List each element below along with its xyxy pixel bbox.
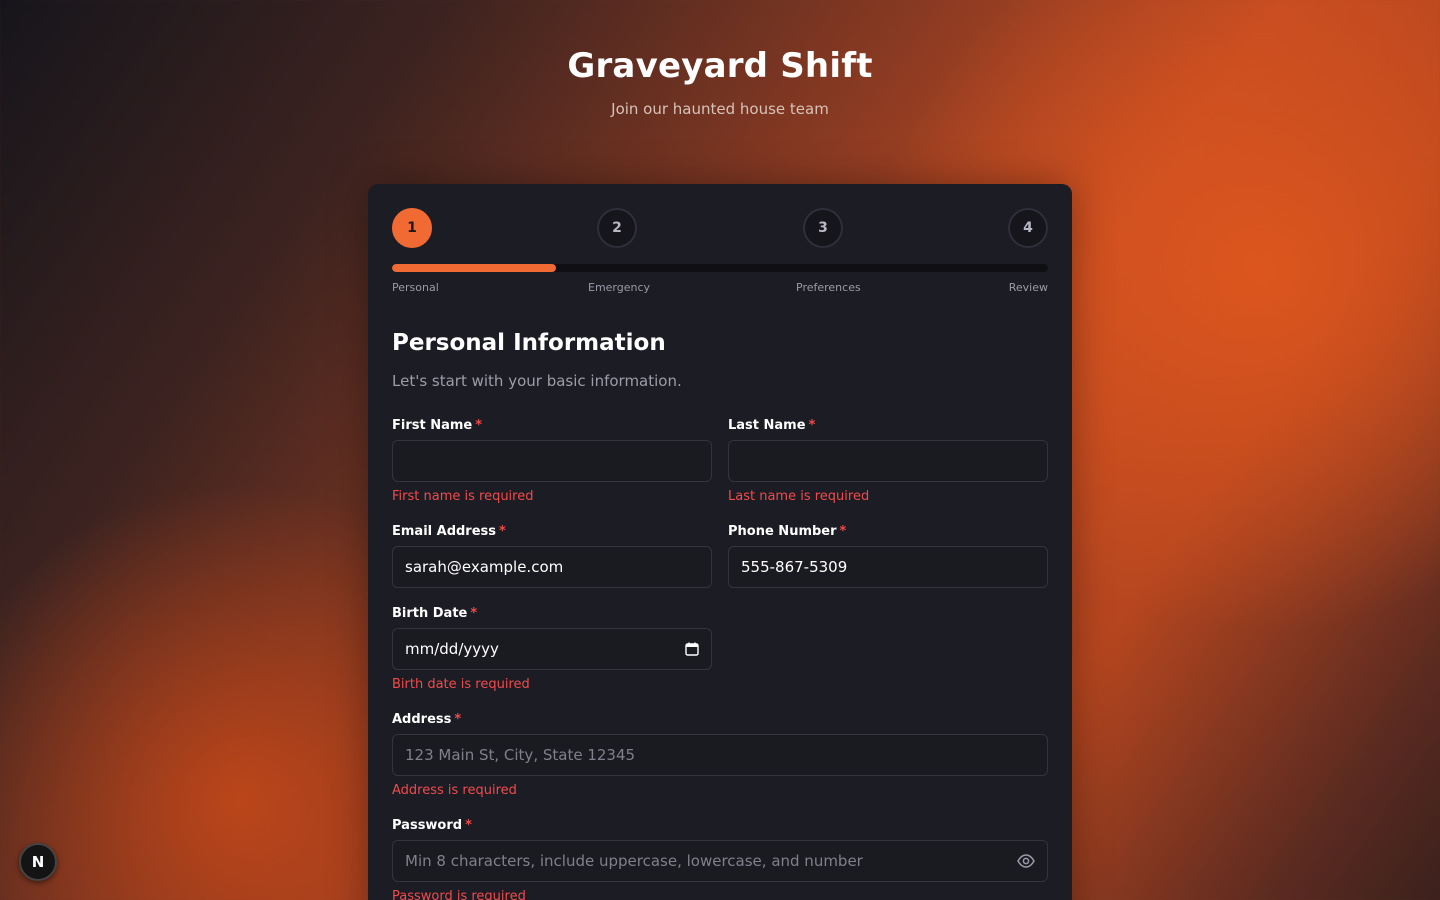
first-name-group: First Name * First name is required bbox=[392, 418, 712, 504]
step-indicator-2[interactable]: 2 bbox=[597, 208, 637, 248]
section-title: Personal Information bbox=[392, 330, 666, 356]
nextjs-dev-badge[interactable]: N bbox=[19, 843, 57, 881]
nextjs-logo-letter: N bbox=[31, 853, 45, 871]
step-labels: Personal Emergency Preferences Review bbox=[392, 281, 1048, 295]
step-label-review: Review bbox=[1008, 281, 1048, 294]
required-marker: * bbox=[808, 418, 816, 433]
address-label: Address * bbox=[392, 712, 1048, 728]
address-label-text: Address bbox=[392, 712, 452, 727]
phone-label-text: Phone Number bbox=[728, 524, 837, 539]
step-label-emergency: Emergency bbox=[588, 281, 651, 294]
address-group: Address * 123 Main St, City, State 12345 … bbox=[392, 712, 1048, 798]
birth-date-group: Birth Date * mm/dd/yyyy Birth date is req… bbox=[392, 606, 712, 692]
step-indicator-4[interactable]: 4 bbox=[1008, 208, 1048, 248]
email-label: Email Address * bbox=[392, 524, 712, 540]
address-input[interactable]: 123 Main St, City, State 12345 bbox=[392, 734, 1048, 776]
email-group: Email Address * sarah@example.com bbox=[392, 524, 712, 588]
password-placeholder: Min 8 characters, include uppercase, low… bbox=[405, 852, 863, 870]
birth-date-input[interactable]: mm/dd/yyyy bbox=[392, 628, 712, 670]
phone-value: 555-867-5309 bbox=[741, 558, 848, 576]
birth-date-label: Birth Date * bbox=[392, 606, 712, 622]
step-progress-bar bbox=[392, 264, 1048, 272]
first-name-error: First name is required bbox=[392, 489, 534, 504]
calendar-icon[interactable] bbox=[685, 642, 699, 656]
password-label: Password * bbox=[392, 818, 1048, 834]
address-error: Address is required bbox=[392, 783, 517, 798]
stepper: 1 2 3 4 bbox=[392, 208, 1048, 248]
password-input[interactable]: Min 8 characters, include uppercase, low… bbox=[392, 840, 1048, 882]
last-name-error: Last name is required bbox=[728, 489, 870, 504]
signup-form-card: 1 2 3 4 Personal Emergency Preferences R… bbox=[368, 184, 1072, 900]
step-label-personal: Personal bbox=[392, 281, 439, 294]
eye-icon[interactable] bbox=[1017, 854, 1035, 868]
password-error: Password is required bbox=[392, 889, 526, 900]
required-marker: * bbox=[465, 818, 472, 833]
required-marker: * bbox=[499, 524, 506, 539]
birth-date-label-text: Birth Date bbox=[392, 606, 468, 621]
email-input[interactable]: sarah@example.com bbox=[392, 546, 712, 588]
password-group: Password * Min 8 characters, include uppe… bbox=[392, 818, 1048, 900]
step-progress-fill bbox=[392, 264, 556, 272]
address-placeholder: 123 Main St, City, State 12345 bbox=[405, 746, 636, 764]
section-subtitle: Let's start with your basic information. bbox=[392, 372, 682, 390]
password-label-text: Password bbox=[392, 818, 463, 833]
required-marker: * bbox=[454, 712, 462, 727]
last-name-label-text: Last Name bbox=[728, 418, 806, 433]
email-label-text: Email Address bbox=[392, 524, 497, 539]
step-label-preferences: Preferences bbox=[796, 281, 861, 294]
required-marker: * bbox=[470, 606, 478, 621]
step-indicator-1[interactable]: 1 bbox=[392, 208, 432, 248]
page-header: Graveyard Shift Join our haunted house t… bbox=[0, 46, 1440, 118]
birth-date-error: Birth date is required bbox=[392, 677, 530, 692]
first-name-label: First Name * bbox=[392, 418, 712, 434]
phone-label: Phone Number * bbox=[728, 524, 1048, 540]
email-value: sarah@example.com bbox=[405, 558, 564, 576]
last-name-group: Last Name * Last name is required bbox=[728, 418, 1048, 504]
phone-input[interactable]: 555-867-5309 bbox=[728, 546, 1048, 588]
step-indicator-3[interactable]: 3 bbox=[803, 208, 843, 248]
page-title: Graveyard Shift bbox=[567, 46, 873, 86]
page-subtitle: Join our haunted house team bbox=[611, 100, 829, 118]
last-name-input[interactable] bbox=[728, 440, 1048, 482]
birth-date-value: mm/dd/yyyy bbox=[405, 640, 499, 658]
last-name-label: Last Name * bbox=[728, 418, 1048, 434]
required-marker: * bbox=[839, 524, 847, 539]
first-name-label-text: First Name bbox=[392, 418, 473, 433]
phone-group: Phone Number * 555-867-5309 bbox=[728, 524, 1048, 588]
first-name-input[interactable] bbox=[392, 440, 712, 482]
required-marker: * bbox=[475, 418, 483, 433]
